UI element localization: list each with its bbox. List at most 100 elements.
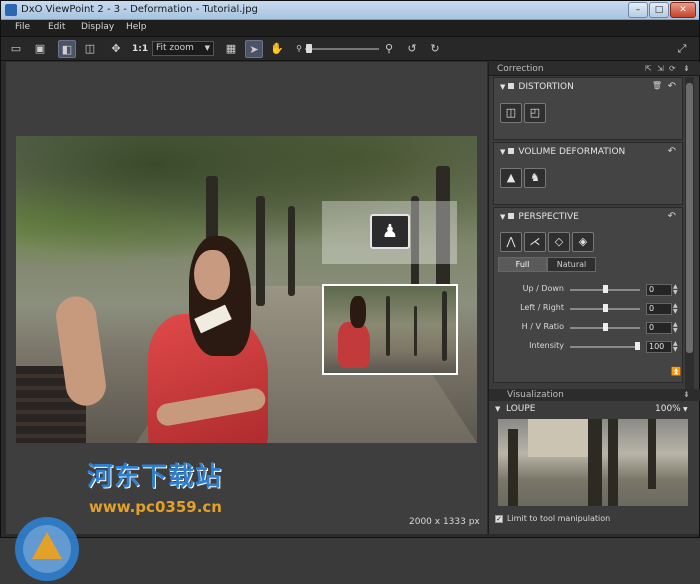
reset-icon[interactable]: ↶	[668, 211, 676, 222]
param-value-field[interactable]: 100	[646, 341, 672, 353]
ratio-1-1-button[interactable]: 1:1	[132, 44, 148, 54]
maximize-button[interactable]: □	[649, 2, 669, 18]
collapse-up-icon[interactable]: ⏫	[671, 367, 681, 376]
loupe-zoom-value[interactable]: 100%	[655, 404, 681, 414]
perspective-tool-icon[interactable]: ♟	[370, 214, 410, 249]
param-slider-handle[interactable]	[602, 285, 608, 293]
panel-header: Correction ⇱ ⇲ ⟳ ⇟	[489, 62, 700, 76]
panel-scrollbar[interactable]	[685, 77, 694, 389]
param-slider-handle[interactable]	[602, 304, 608, 312]
param-stepper[interactable]: ▲ ▼	[673, 303, 680, 315]
perspective-horizontal-button[interactable]: ⋌	[524, 232, 546, 252]
perspective-8point-button[interactable]: ◈	[572, 232, 594, 252]
loupe-trunk	[648, 419, 656, 489]
close-button[interactable]: ✕	[670, 2, 696, 18]
image-size-label: 2000 x 1333 px	[409, 517, 480, 527]
volume-title[interactable]: ▼ VOLUME DEFORMATION	[500, 147, 625, 157]
param-slider[interactable]	[570, 304, 640, 312]
limit-checkbox[interactable]: ✓	[495, 515, 503, 523]
rotate-right-icon[interactable]: ↻	[426, 40, 444, 58]
zoom-select-value: Fit zoom	[156, 43, 194, 53]
save-icon[interactable]: ▣	[31, 40, 49, 58]
loupe-trunk	[608, 419, 618, 506]
pin-icon[interactable]: ⇟	[683, 390, 690, 399]
loupe-post	[508, 429, 518, 506]
minimize-button[interactable]: –	[628, 2, 648, 18]
param-slider-handle[interactable]	[602, 323, 608, 331]
app-window: DxO ViewPoint 2 - 3 - Deformation - Tuto…	[0, 0, 700, 581]
mode-full-button[interactable]: Full	[498, 257, 547, 272]
collapse-triangle-icon: ▼	[500, 148, 506, 156]
param-value-field[interactable]: 0	[646, 303, 672, 315]
param-label: Up / Down	[522, 284, 564, 293]
param-stepper[interactable]: ▲ ▼	[673, 322, 680, 334]
image-viewer[interactable]: ♟ 2000 x 1333 px	[6, 62, 487, 581]
param-value-field[interactable]: 0	[646, 322, 672, 334]
fullscreen-icon[interactable]: ⤢	[673, 40, 691, 58]
limit-checkbox-label: Limit to tool manipulation	[507, 514, 611, 523]
mode-natural-button[interactable]: Natural	[547, 257, 596, 272]
chevron-down-icon: ▼	[204, 44, 210, 52]
param-slider[interactable]	[570, 285, 640, 293]
chevron-down-icon[interactable]: ▼	[683, 406, 688, 413]
param-slider[interactable]	[570, 323, 640, 331]
import-icon[interactable]: ⇲	[657, 64, 664, 73]
zoom-select[interactable]: Fit zoom ▼	[152, 41, 214, 56]
delete-icon[interactable]: 🗑	[652, 81, 662, 90]
enable-toggle[interactable]	[508, 148, 515, 154]
menu-file[interactable]: File	[15, 22, 30, 32]
panel-scrollbar-thumb[interactable]	[686, 83, 693, 353]
distortion-title[interactable]: ▼ DISTORTION	[500, 82, 574, 92]
open-icon[interactable]: ▭	[7, 40, 25, 58]
enable-toggle[interactable]	[508, 213, 515, 219]
collapse-triangle-icon: ▼	[500, 83, 506, 91]
enable-toggle[interactable]	[508, 83, 515, 89]
photo-face	[194, 250, 230, 300]
pincushion-distortion-button[interactable]: ◰	[524, 103, 546, 123]
thumb-hair	[350, 296, 366, 328]
photo-tree	[288, 206, 295, 296]
volume-label: VOLUME DEFORMATION	[518, 147, 626, 157]
perspective-title[interactable]: ▼ PERSPECTIVE	[500, 212, 579, 222]
menu-help[interactable]: Help	[126, 22, 147, 32]
perspective-overlay[interactable]: ♟	[322, 201, 457, 264]
zoom-in-icon[interactable]: ⚲	[380, 40, 398, 58]
param-value-field[interactable]: 0	[646, 284, 672, 296]
thumb-tree	[414, 306, 417, 356]
zoom-slider[interactable]	[305, 44, 379, 53]
compare-split-icon[interactable]: ◫	[81, 40, 99, 58]
loupe-trunk	[588, 419, 602, 506]
move-icon[interactable]: ✥	[107, 40, 125, 58]
compare-single-icon[interactable]: ◧	[58, 40, 76, 58]
pointer-icon[interactable]: ➤	[245, 40, 263, 58]
export-icon[interactable]: ⇱	[645, 64, 652, 73]
collapse-triangle-icon[interactable]: ▼	[495, 405, 500, 413]
volume-section: ▼ VOLUME DEFORMATION ↶ ▲ ♞	[493, 142, 683, 205]
menu-display[interactable]: Display	[81, 22, 114, 32]
menu-edit[interactable]: Edit	[48, 22, 65, 32]
param-stepper[interactable]: ▲ ▼	[673, 341, 680, 353]
correction-panel: Correction ⇱ ⇲ ⟳ ⇟ ▼ DISTORTION 🗑 ↶ ◫ ◰ ▼…	[488, 62, 700, 534]
zoom-slider-handle[interactable]	[306, 44, 313, 53]
grid-icon[interactable]: ▦	[222, 40, 240, 58]
loupe-preview	[498, 419, 688, 506]
perspective-vertical-button[interactable]: ⋀	[500, 232, 522, 252]
volume-diagonal-button[interactable]: ♞	[524, 168, 546, 188]
toolbar: ▭ ▣ ◧ ◫ ✥ 1:1 Fit zoom ▼ ▦ ➤ ✋ ⚲ ⚲ ↺ ↻ ⤢	[1, 37, 699, 61]
volume-horizontal-button[interactable]: ▲	[500, 168, 522, 188]
param-stepper[interactable]: ▲ ▼	[673, 284, 680, 296]
distortion-section: ▼ DISTORTION 🗑 ↶ ◫ ◰	[493, 77, 683, 140]
rotate-left-icon[interactable]: ↺	[403, 40, 421, 58]
param-slider-handle[interactable]	[635, 342, 640, 350]
hand-icon[interactable]: ✋	[268, 40, 286, 58]
preview-thumbnail	[322, 284, 458, 375]
reset-icon[interactable]: ↶	[668, 81, 676, 92]
watermark-url: www.pc0359.cn	[89, 498, 222, 516]
reset-all-icon[interactable]: ⟳	[669, 64, 676, 73]
reset-icon[interactable]: ↶	[668, 146, 676, 157]
pin-icon[interactable]: ⇟	[683, 64, 690, 73]
perspective-rect-button[interactable]: ◇	[548, 232, 570, 252]
barrel-distortion-button[interactable]: ◫	[500, 103, 522, 123]
param-label: Left / Right	[520, 303, 564, 312]
param-slider[interactable]	[570, 342, 640, 350]
